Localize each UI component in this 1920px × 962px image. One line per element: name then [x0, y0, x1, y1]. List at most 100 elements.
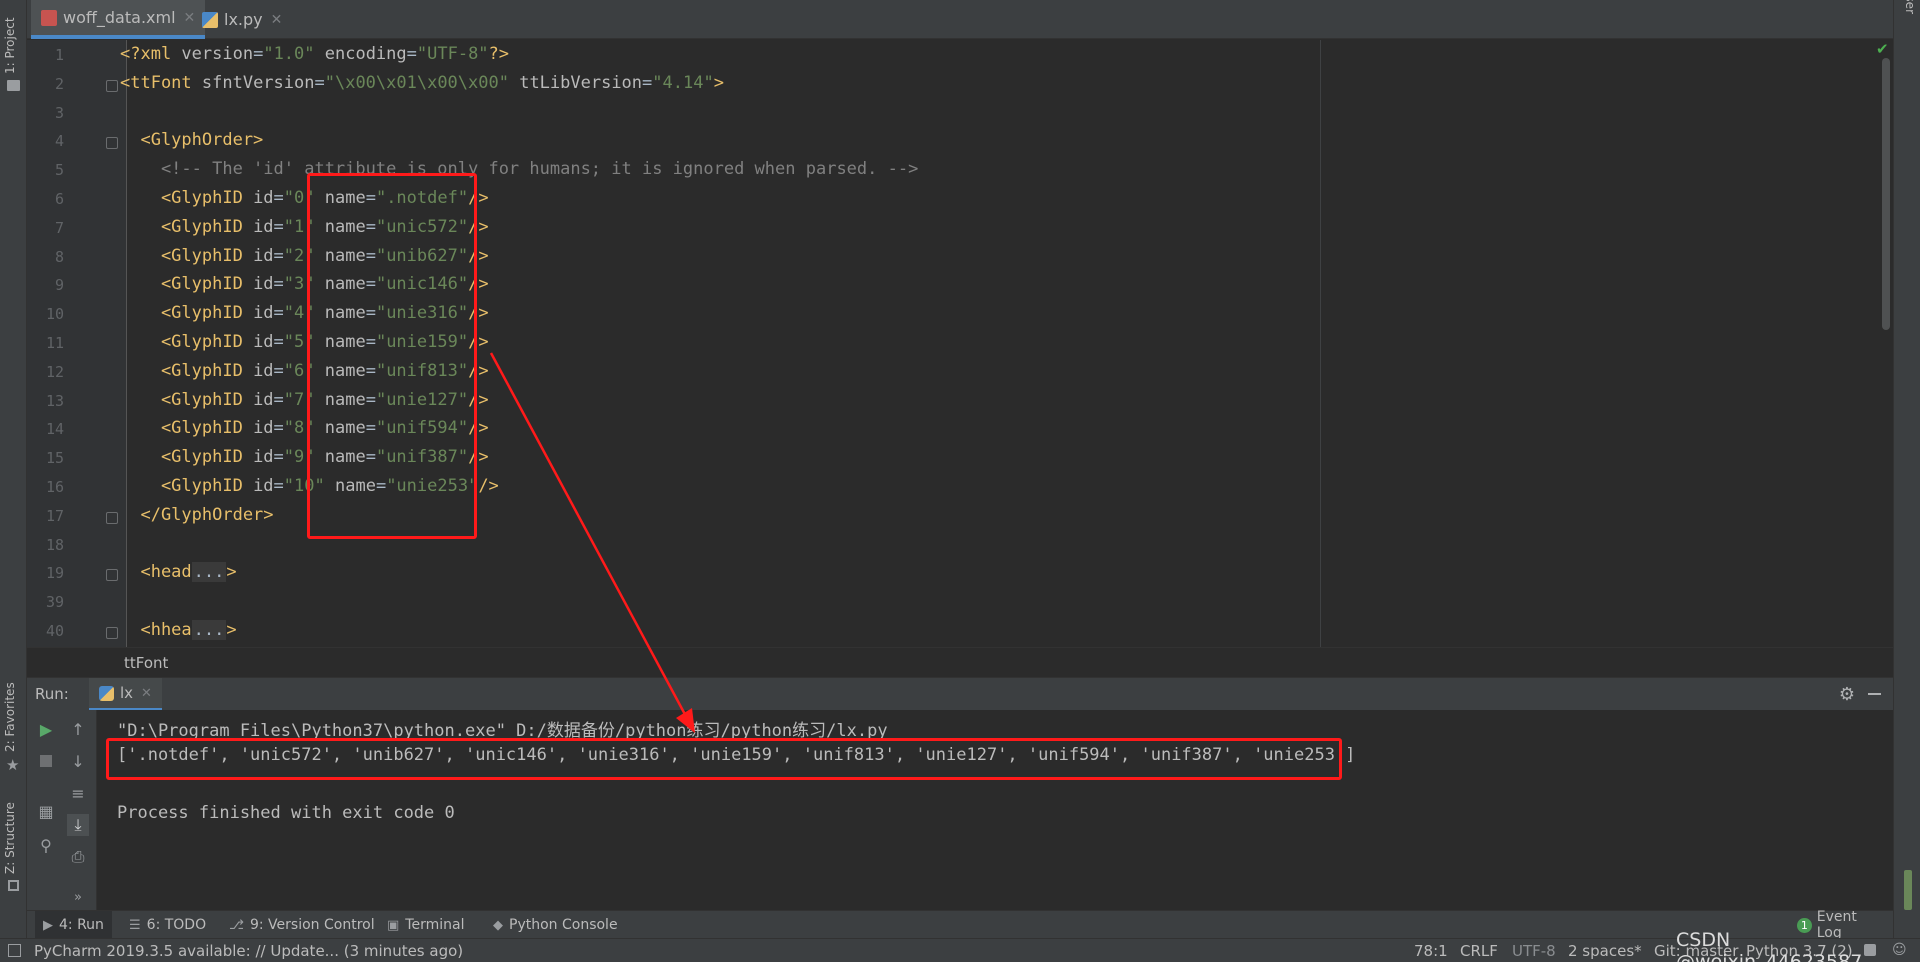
fold-marker-icon[interactable] [106, 627, 118, 639]
python-icon: ◆ [493, 917, 503, 933]
fold-marker-icon[interactable] [106, 137, 118, 150]
code-token: <GlyphID [120, 389, 254, 410]
run-tool-button[interactable]: ▶ 4: Run [35, 911, 112, 939]
code-token: <GlyphID [120, 216, 254, 237]
code-token: <GlyphID [120, 447, 254, 468]
tab-woff-data-xml[interactable]: woff_data.xml ✕ [31, 0, 206, 39]
code-token: <?xml [120, 44, 182, 64]
python-file-icon [202, 11, 218, 28]
line-separator[interactable]: CRLF [1460, 942, 1498, 960]
run-tab-lx[interactable]: lx ✕ [89, 678, 162, 711]
file-encoding[interactable]: UTF-8 [1512, 942, 1556, 960]
project-tool-button[interactable]: 1: Project [3, 17, 17, 74]
code-token: <ttFont [120, 72, 202, 93]
tab-label: lx.py [224, 10, 263, 29]
python-icon [99, 685, 114, 701]
code-token: = [273, 188, 284, 208]
line-number: 4 [54, 132, 64, 151]
folder-icon [7, 80, 20, 91]
minimize-icon[interactable] [1868, 693, 1881, 695]
code-token: id [253, 418, 274, 439]
line-number: 19 [45, 564, 64, 583]
breadcrumb[interactable]: ttFont [27, 647, 1893, 677]
scroll-to-end-icon[interactable]: ⤓ [67, 814, 89, 836]
line-number: 18 [45, 535, 64, 554]
line-number: 13 [45, 391, 64, 410]
console-exit-line: Process finished with exit code 0 [117, 803, 455, 823]
fold-marker-icon[interactable] [106, 79, 118, 92]
cursor-position[interactable]: 78:1 [1414, 942, 1448, 960]
code-token: sfntVersion [201, 72, 315, 93]
close-icon[interactable]: ✕ [141, 686, 152, 701]
folded-region[interactable]: ... [191, 562, 227, 583]
code-token: </GlyphOrder> [120, 504, 274, 525]
code-token: = [273, 418, 284, 439]
soft-wrap-icon[interactable]: ≡ [67, 782, 89, 804]
line-number: 3 [54, 103, 64, 122]
line-number: 9 [54, 276, 64, 295]
print-icon[interactable]: ⎙ [67, 846, 89, 868]
line-number: 10 [45, 305, 64, 324]
code-token: "4.14" [652, 72, 714, 93]
code-token: id [253, 274, 274, 295]
tool-label: 6: TODO [146, 917, 207, 933]
folded-region[interactable]: ... [191, 620, 227, 640]
structure-tool-button[interactable]: Z: Structure [3, 802, 17, 874]
line-number: 2 [54, 74, 64, 93]
tab-lx-py[interactable]: lx.py ✕ [192, 0, 292, 39]
rerun-icon[interactable]: ▶ [35, 718, 57, 740]
xml-file-icon [41, 9, 57, 26]
code-token: = [273, 360, 284, 381]
code-token: = [253, 44, 264, 64]
code-token: id [253, 332, 274, 352]
json-parser-tool-button[interactable]: Json Parser [1903, 0, 1917, 14]
code-token: id [253, 360, 274, 381]
code-token: = [642, 72, 653, 93]
fold-marker-icon[interactable] [106, 569, 118, 582]
python-console-tool-button[interactable]: ◆ Python Console [485, 911, 626, 939]
code-token: = [314, 72, 325, 93]
version-control-tool-button[interactable]: ⎇ 9: Version Control [221, 911, 383, 939]
code-token: = [273, 389, 284, 410]
code-token: <hhea [120, 620, 192, 640]
todo-tool-button[interactable]: ☰ 6: TODO [121, 911, 214, 939]
check-icon: ✔ [1876, 40, 1889, 58]
code-token: = [273, 447, 284, 468]
indent-setting[interactable]: 2 spaces* [1568, 942, 1642, 960]
code-token: <GlyphID [120, 476, 254, 496]
favorites-tool-button[interactable]: 2: Favorites [3, 682, 17, 752]
code-token: ttLibVersion [508, 72, 643, 93]
pin-icon[interactable]: ⚲ [35, 834, 57, 856]
list-icon: ☰ [129, 917, 141, 933]
tool-label: Terminal [405, 917, 465, 933]
code-token: "UTF-8" [416, 44, 489, 64]
line-number: 8 [54, 247, 64, 266]
status-window-icon[interactable] [8, 944, 21, 957]
gear-icon[interactable]: ⚙ [1839, 684, 1855, 705]
arrow-up-icon[interactable]: ↑ [67, 718, 89, 740]
code-token: <head [120, 562, 192, 583]
terminal-tool-button[interactable]: ▣ Terminal [379, 911, 472, 939]
memory-indicator [1904, 870, 1912, 910]
line-number: 14 [45, 420, 64, 439]
code-token: <GlyphID [120, 188, 254, 208]
stop-icon[interactable] [35, 750, 57, 772]
status-message[interactable]: PyCharm 2019.3.5 available: // Update...… [34, 942, 463, 960]
annotation-box-output [106, 738, 1342, 780]
more-icon[interactable]: » [67, 886, 89, 908]
editor-tab-bar: woff_data.xml ✕ lx.py ✕ [27, 0, 1893, 39]
tool-label: Python Console [509, 917, 618, 933]
close-icon[interactable]: ✕ [271, 12, 283, 28]
code-line: <head... > [120, 562, 237, 583]
code-token: <GlyphID [120, 274, 254, 295]
pycharm-window: 1: Project 2: Favorites ★ Z: Structure J… [0, 0, 1920, 962]
fold-marker-icon[interactable] [106, 511, 118, 524]
code-line: <!-- The 'id' attribute is only for huma… [120, 159, 918, 179]
left-tool-strip: 1: Project 2: Favorites ★ Z: Structure [0, 0, 27, 938]
arrow-down-icon[interactable]: ↓ [67, 750, 89, 772]
code-token: = [273, 245, 284, 266]
code-line: </GlyphOrder> [120, 504, 274, 525]
layout-icon[interactable]: ▦ [35, 800, 57, 822]
code-token: <GlyphID [120, 332, 254, 352]
editor-scrollbar[interactable] [1882, 58, 1890, 330]
